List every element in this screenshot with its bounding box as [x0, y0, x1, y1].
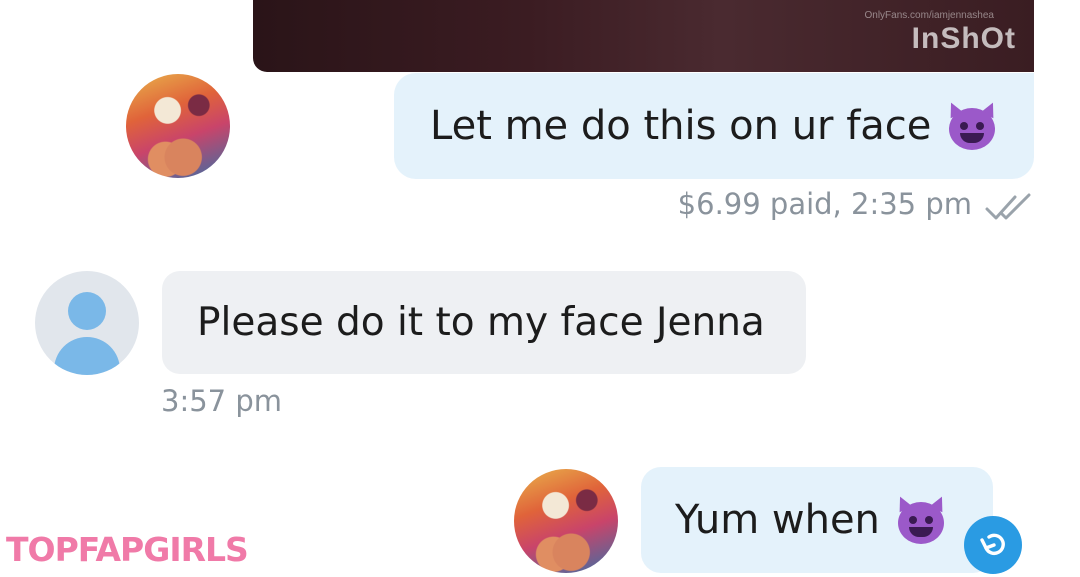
- avatar[interactable]: [514, 469, 618, 573]
- avatar-default[interactable]: [35, 271, 139, 375]
- price-paid-label: $6.99 paid,: [677, 187, 842, 221]
- avatar[interactable]: [126, 74, 230, 178]
- media-preview[interactable]: OnlyFans.com/iamjennashea InShOt: [253, 0, 1034, 72]
- message-bubble-outgoing[interactable]: Let me do this on ur face: [394, 73, 1034, 179]
- media-watermark-app: InShOt: [911, 22, 1016, 55]
- message-text: Yum when: [675, 497, 880, 543]
- message-bubble-incoming[interactable]: Please do it to my face Jenna: [162, 271, 806, 374]
- undo-button[interactable]: [964, 516, 1022, 574]
- media-watermark-url: OnlyFans.com/iamjennashea: [864, 10, 994, 21]
- message-time: 3:57 pm: [161, 384, 282, 418]
- user-icon: [68, 292, 106, 330]
- undo-icon: [980, 533, 1005, 556]
- message-time: 2:35 pm: [851, 187, 972, 221]
- smiling-devil-icon: [893, 493, 949, 544]
- brand-watermark: TOPFAPGIRLS: [6, 530, 249, 569]
- double-check-icon: [985, 193, 1031, 220]
- message-text: Please do it to my face Jenna: [197, 300, 765, 345]
- message-bubble-outgoing[interactable]: Yum when: [641, 467, 993, 573]
- message-meta: $6.99 paid, 2:35 pm: [678, 187, 972, 221]
- smiling-devil-icon: [945, 99, 1000, 150]
- message-text: Let me do this on ur face: [430, 103, 932, 149]
